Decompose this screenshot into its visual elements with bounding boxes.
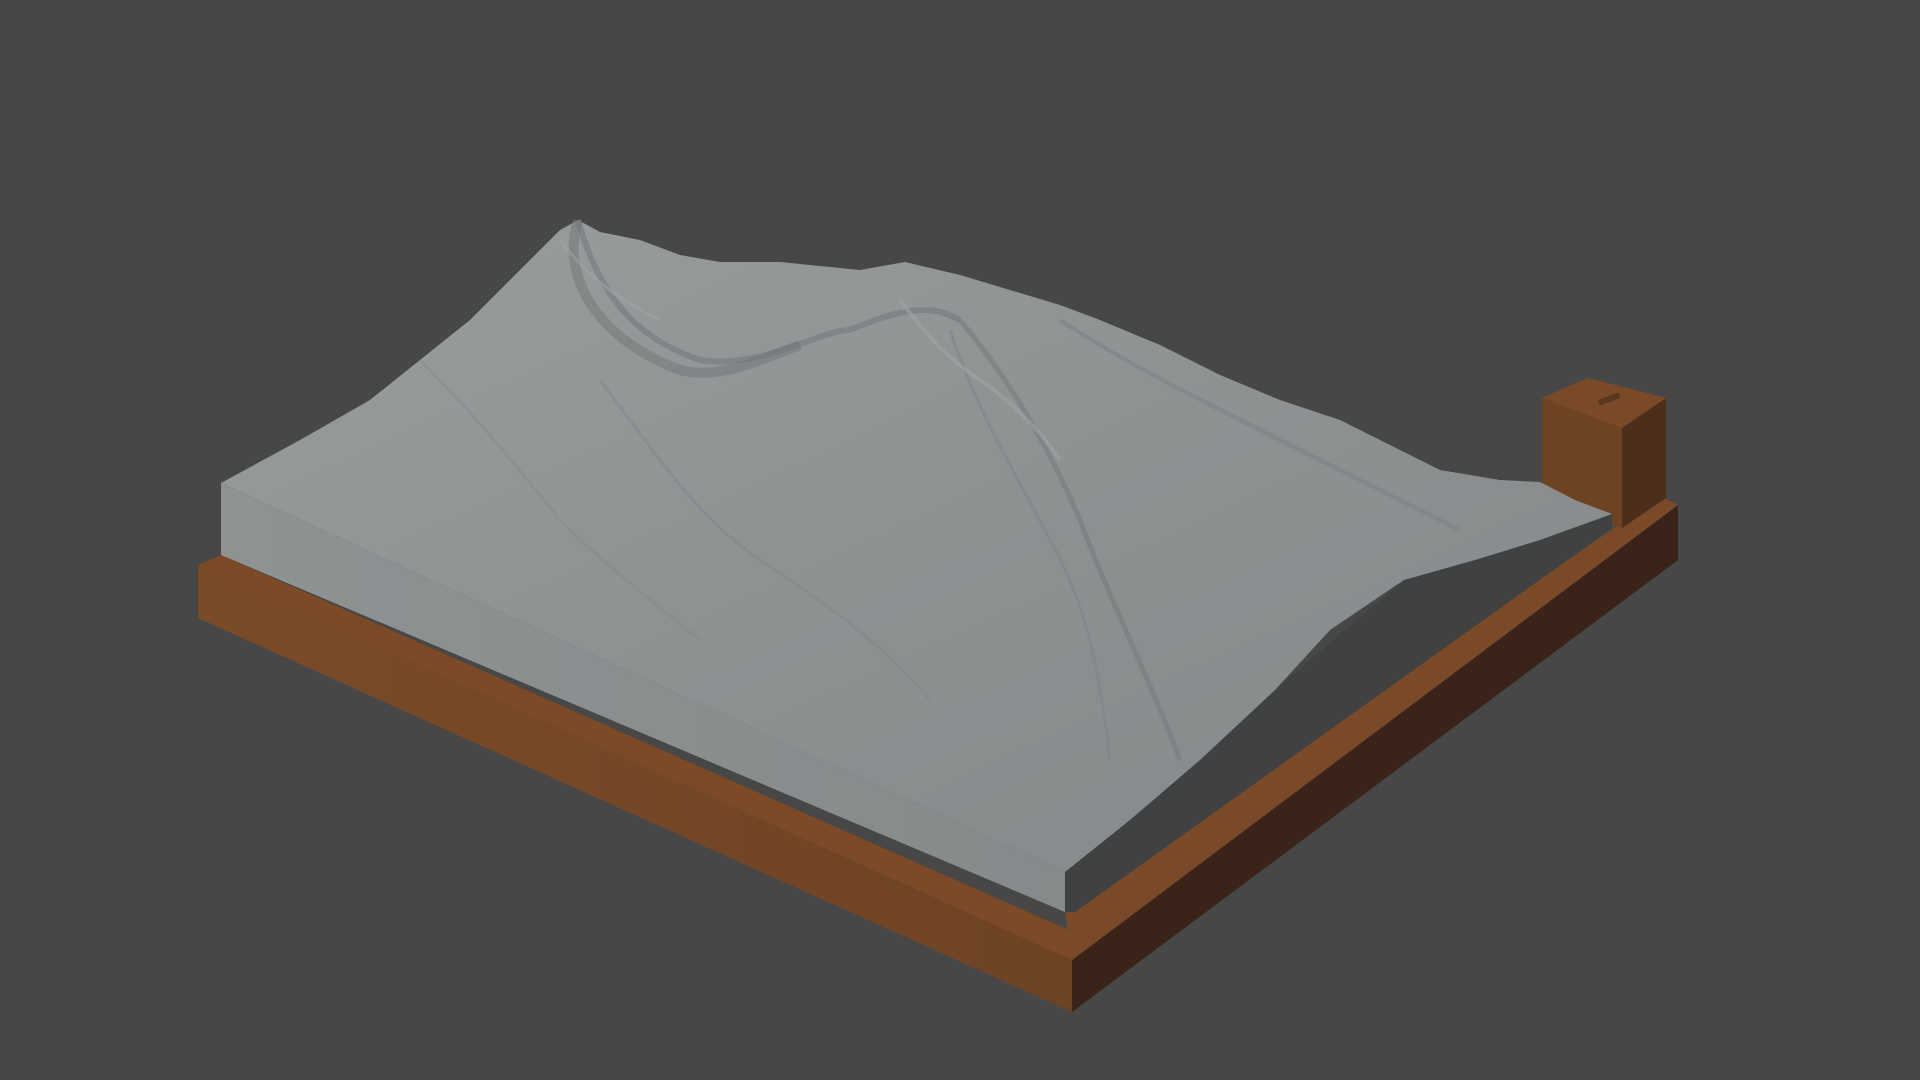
terrain-model-scene [198, 218, 1678, 1012]
terrain-surface [221, 220, 1612, 872]
3d-viewport[interactable] [0, 0, 1920, 1080]
